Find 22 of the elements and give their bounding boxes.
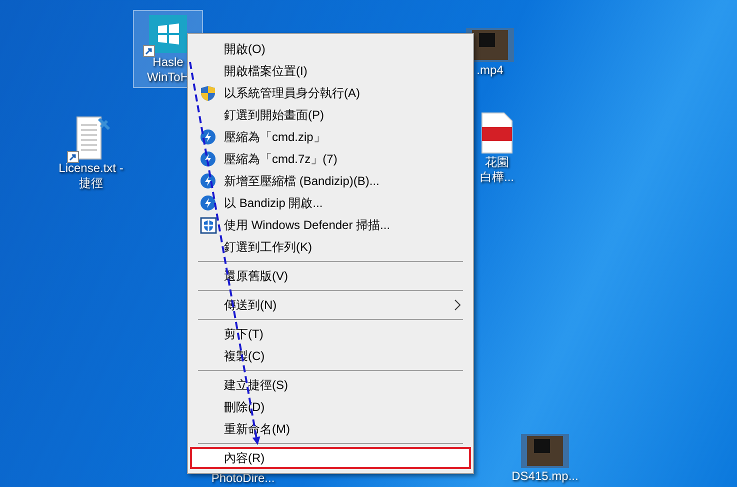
icon-label: DS415.mp... <box>512 469 578 484</box>
menu-item[interactable]: 刪除(D) <box>190 396 471 418</box>
icon-label: 白樺... <box>480 170 514 185</box>
shield-icon <box>200 216 216 234</box>
windows-logo-icon <box>147 13 189 55</box>
shield-icon <box>200 84 216 102</box>
menu-item[interactable]: 使用 Windows Defender 掃描... <box>190 214 471 236</box>
menu-item[interactable]: 內容(R) <box>190 447 471 469</box>
menu-item[interactable]: 以 Bandizip 開啟... <box>190 192 471 214</box>
menu-item[interactable]: 建立捷徑(S) <box>190 374 471 396</box>
icon-label: License.txt - <box>58 161 124 176</box>
menu-item[interactable]: 剪下(T) <box>190 323 471 345</box>
menu-item[interactable]: 釘選到工作列(K) <box>190 236 471 258</box>
chevron-right-icon <box>454 299 461 311</box>
icon-label: Hasle <box>152 55 184 70</box>
icon-label: 花園 <box>485 155 509 170</box>
desktop-icon[interactable]: License.txt - 捷徑 <box>52 112 130 194</box>
icon-label: 捷徑 <box>79 176 103 191</box>
pdf-file-icon <box>480 111 514 155</box>
icon-label: .mp4 <box>476 63 504 78</box>
video-file-icon <box>520 433 570 469</box>
icon-label: PhotoDire... <box>211 471 275 486</box>
